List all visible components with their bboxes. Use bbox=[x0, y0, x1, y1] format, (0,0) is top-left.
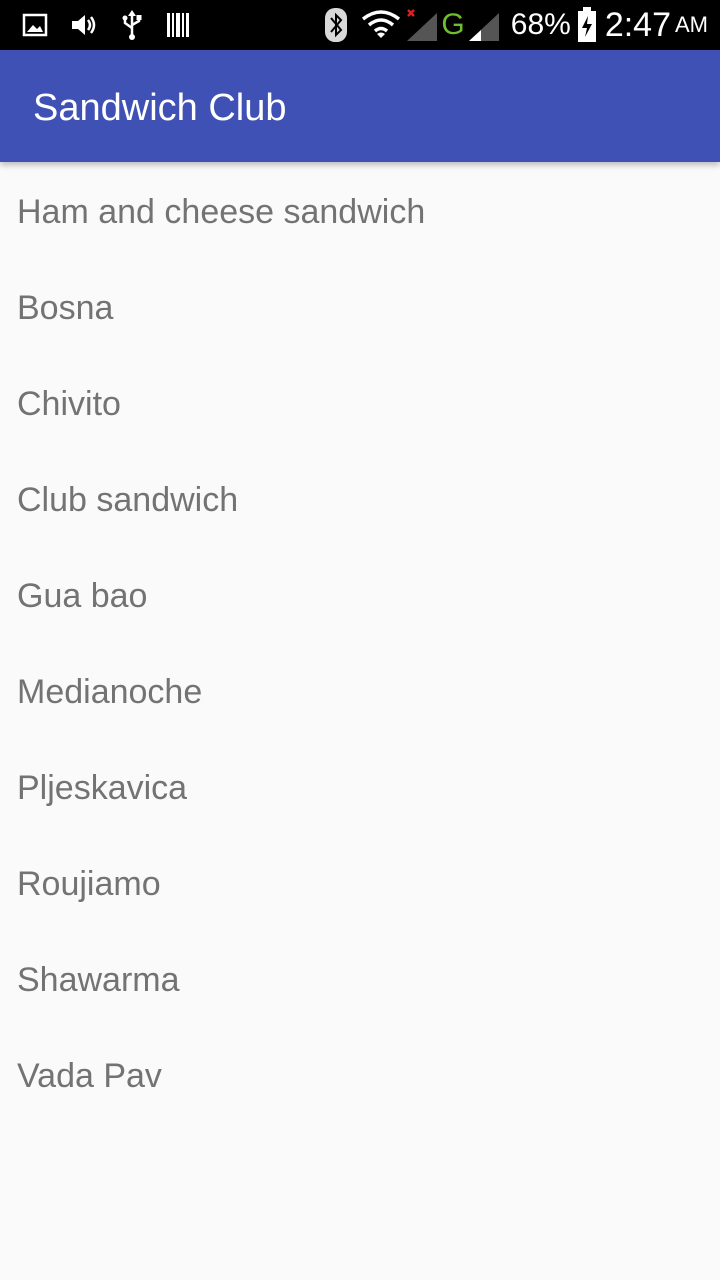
signal-no-service-icon bbox=[405, 7, 439, 43]
list-item[interactable]: Gua bao bbox=[0, 546, 720, 642]
list-item[interactable]: Bosna bbox=[0, 258, 720, 354]
signal-icon bbox=[467, 7, 501, 43]
wifi-icon bbox=[361, 9, 401, 41]
list-item[interactable]: Club sandwich bbox=[0, 450, 720, 546]
list-item[interactable]: Roujiamo bbox=[0, 834, 720, 930]
volume-icon bbox=[70, 12, 98, 38]
app-bar: Sandwich Club bbox=[0, 50, 720, 162]
list-item[interactable]: Medianoche bbox=[0, 642, 720, 738]
list-item[interactable]: Shawarma bbox=[0, 930, 720, 1026]
barcode-icon bbox=[166, 11, 190, 39]
list-item[interactable]: Vada Pav bbox=[0, 1026, 720, 1122]
sandwich-list: Ham and cheese sandwich Bosna Chivito Cl… bbox=[0, 162, 720, 1122]
usb-icon bbox=[120, 10, 144, 40]
clock-ampm: AM bbox=[675, 12, 708, 37]
list-item[interactable]: Pljeskavica bbox=[0, 738, 720, 834]
battery-charging-icon bbox=[577, 7, 597, 43]
list-item[interactable]: Chivito bbox=[0, 354, 720, 450]
status-bar-right: G 68% 2:47 AM bbox=[325, 5, 708, 45]
image-notification-icon bbox=[22, 12, 48, 38]
list-item[interactable]: Ham and cheese sandwich bbox=[0, 162, 720, 258]
clock-time: 2:47 bbox=[604, 6, 671, 44]
network-type: G bbox=[441, 8, 465, 41]
bluetooth-icon bbox=[325, 8, 348, 42]
app-title: Sandwich Club bbox=[33, 87, 287, 129]
status-bar: G 68% 2:47 AM bbox=[0, 0, 720, 50]
battery-percent: 68% bbox=[510, 8, 571, 41]
status-bar-left bbox=[22, 9, 190, 41]
